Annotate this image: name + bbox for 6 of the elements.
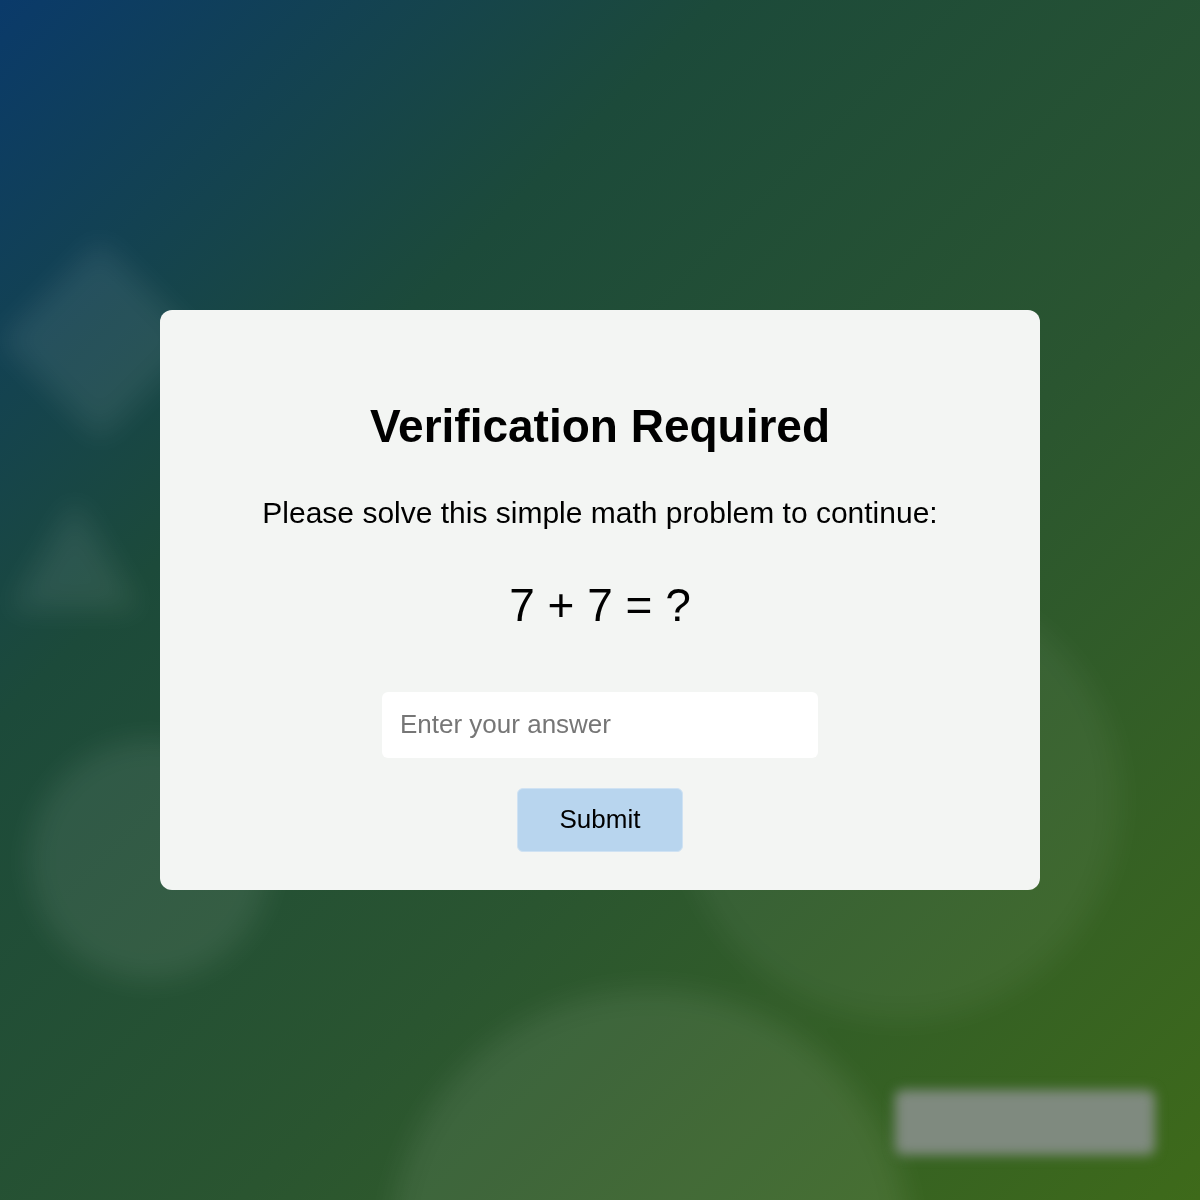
answer-field[interactable]: Enter your answer: [382, 691, 818, 758]
math-problem: 7 + 7 = ?: [509, 577, 691, 633]
blurred-button[interactable]: [895, 1090, 1155, 1155]
instruction-text: Please solve this simple math problem to continue:: [262, 494, 938, 531]
dialog-title: Verification Required: [369, 399, 831, 454]
submit-button[interactable]: Submit: [517, 787, 683, 852]
